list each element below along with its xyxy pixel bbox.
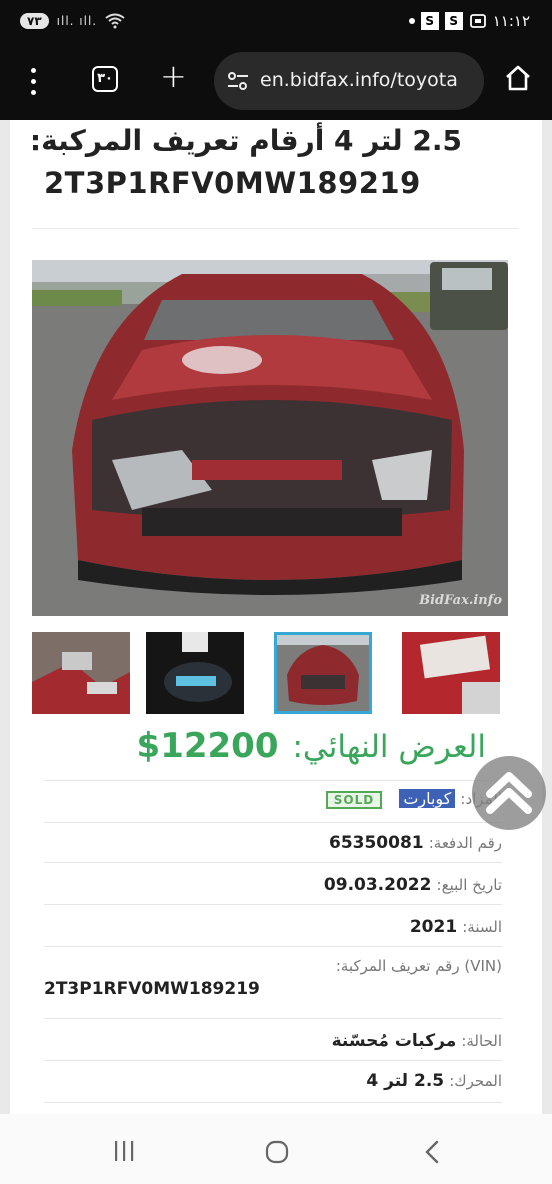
vin-value: 2T3P1RFV0MW189219 bbox=[44, 979, 260, 999]
signal-strength-icon: ıll. ıll. bbox=[56, 14, 98, 28]
year-value: 2021 bbox=[409, 917, 458, 937]
wifi-icon bbox=[105, 13, 125, 29]
thumbnail-engine[interactable] bbox=[32, 632, 130, 714]
clock: ١١:١٢ bbox=[492, 12, 530, 30]
divider bbox=[32, 228, 518, 229]
recents-icon[interactable] bbox=[112, 1140, 136, 1162]
screenshot-icon bbox=[469, 14, 486, 28]
final-offer-value: 12200$ bbox=[136, 726, 279, 766]
engine-value: 2.5 لتر 4 bbox=[366, 1071, 445, 1091]
home-circle-icon[interactable] bbox=[264, 1140, 290, 1164]
tabs-button[interactable]: ٣٠ bbox=[92, 66, 118, 92]
url-text[interactable]: en.bidfax.info/toyota bbox=[260, 69, 458, 91]
condition-value: مركبات مُحسّنة bbox=[331, 1031, 457, 1051]
app-s2-icon: S bbox=[444, 12, 463, 30]
status-bar: ٧٣ ıll. ıll. S S ١١:١٢ bbox=[0, 0, 552, 46]
listing-title: 2.5 لتر 4 أرقام تعريف المركبة: bbox=[29, 124, 462, 157]
lot-row: رقم الدفعة: 65350081 bbox=[44, 822, 502, 862]
auction-value[interactable]: كوبارت bbox=[399, 789, 456, 808]
sale-date-label: تاريخ البيع: bbox=[436, 876, 502, 894]
lot-value: 65350081 bbox=[328, 833, 424, 853]
engine-label: المحرك: bbox=[449, 1072, 502, 1090]
final-offer: العرض النهائي: 12200$ bbox=[137, 726, 486, 766]
notification-dot-icon bbox=[408, 18, 415, 24]
home-icon[interactable] bbox=[504, 64, 532, 92]
thumbnail-label[interactable] bbox=[402, 632, 500, 714]
scroll-top-button[interactable] bbox=[472, 756, 546, 830]
sale-date-row: تاريخ البيع: 09.03.2022 bbox=[44, 862, 502, 904]
tune-icon[interactable] bbox=[226, 70, 250, 92]
year-label: السنة: bbox=[462, 918, 502, 936]
plus-icon[interactable]: + bbox=[160, 60, 187, 92]
thumbnail-front-active[interactable] bbox=[274, 632, 372, 714]
listing-title-vin: 2T3P1RFV0MW189219 bbox=[44, 166, 421, 200]
auction-row: المزاد: كوبارت SOLD bbox=[44, 780, 502, 820]
app-s-icon: S bbox=[420, 12, 439, 30]
final-offer-label: العرض النهائي: bbox=[292, 729, 486, 765]
browser-toolbar: ٣٠ + en.bidfax.info/toyota bbox=[0, 46, 552, 120]
next-row-partial bbox=[44, 1102, 502, 1114]
bidfax-watermark: BidFax.info bbox=[418, 593, 502, 608]
system-nav-bar bbox=[0, 1114, 552, 1184]
year-row: السنة: 2021 bbox=[44, 904, 502, 946]
engine-row: المحرك: 2.5 لتر 4 bbox=[44, 1060, 502, 1102]
thumbnail-dashboard[interactable] bbox=[146, 632, 244, 714]
vin-row: (VIN) رقم تعريف المركبة: 2T3P1RFV0MW1892… bbox=[44, 946, 502, 1018]
condition-row: الحالة: مركبات مُحسّنة bbox=[44, 1018, 502, 1060]
vin-label: (VIN) رقم تعريف المركبة: bbox=[335, 957, 502, 975]
chevron-up-icon bbox=[486, 772, 532, 814]
listing-card: 2.5 لتر 4 أرقام تعريف المركبة: 2T3P1RFV0… bbox=[10, 120, 542, 1114]
notification-count-badge: ٧٣ bbox=[20, 13, 49, 29]
lot-label: رقم الدفعة: bbox=[428, 834, 502, 852]
sold-badge: SOLD bbox=[325, 791, 383, 809]
condition-label: الحالة: bbox=[461, 1032, 502, 1050]
back-icon[interactable] bbox=[422, 1140, 442, 1164]
sale-date-value: 09.03.2022 bbox=[323, 875, 432, 895]
thumbnail-strip bbox=[32, 632, 508, 714]
address-bar[interactable]: en.bidfax.info/toyota bbox=[214, 52, 484, 110]
page-content: 2.5 لتر 4 أرقام تعريف المركبة: 2T3P1RFV0… bbox=[0, 120, 552, 1114]
main-car-photo[interactable]: BidFax.info bbox=[32, 260, 508, 616]
more-vert-icon[interactable] bbox=[28, 68, 38, 98]
